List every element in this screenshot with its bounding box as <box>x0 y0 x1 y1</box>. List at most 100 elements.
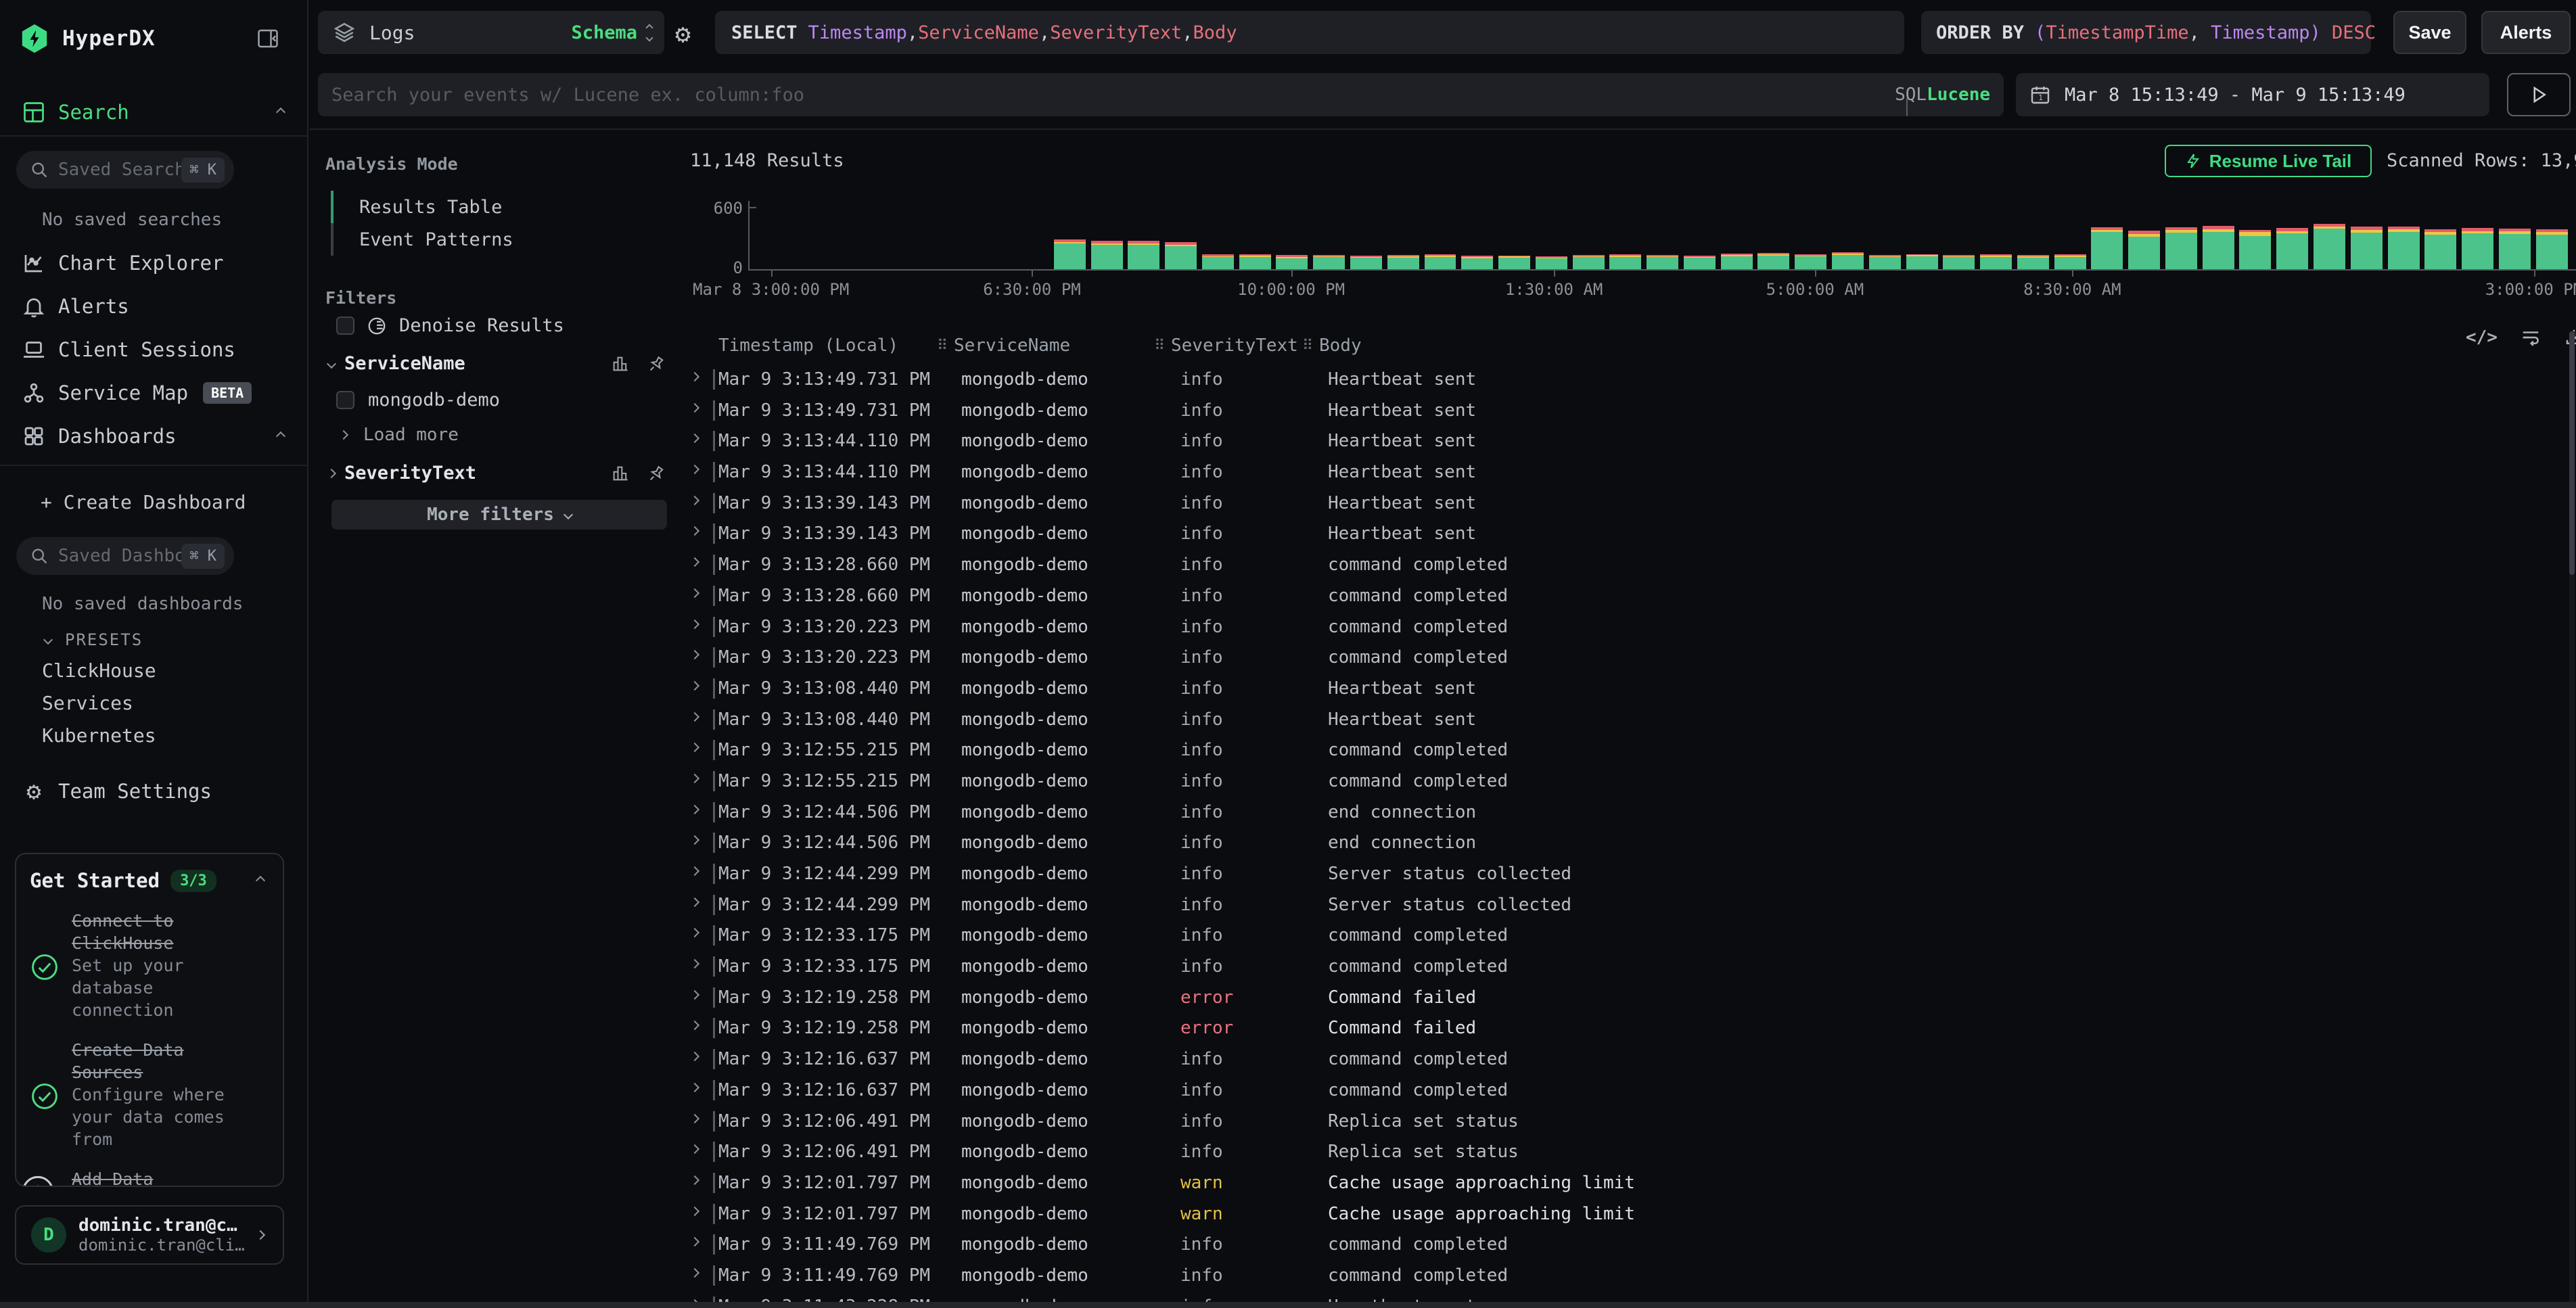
denoise-checkbox[interactable] <box>336 317 354 335</box>
col-header-servicename[interactable]: ServiceName <box>954 335 1070 356</box>
drag-handle-icon[interactable]: ⠿ <box>1154 337 1165 354</box>
row-expand-icon[interactable] <box>690 866 699 876</box>
row-expand-icon[interactable] <box>690 496 699 505</box>
preset-clickhouse[interactable]: ClickHouse <box>42 659 156 682</box>
table-row[interactable]: Mar 9 3:13:49.731 PMmongodb-demoinfoHear… <box>683 395 2571 426</box>
histogram-bar[interactable] <box>1906 254 1938 269</box>
horizontal-scrollbar[interactable] <box>0 1302 2576 1308</box>
histogram-bar[interactable] <box>1609 254 1641 269</box>
table-row[interactable]: Mar 9 3:13:20.223 PMmongodb-demoinfocomm… <box>683 642 2571 673</box>
table-row[interactable]: Mar 9 3:12:44.299 PMmongodb-demoinfoServ… <box>683 858 2571 889</box>
row-expand-icon[interactable] <box>690 990 699 1000</box>
histogram-bar[interactable] <box>1684 256 1716 269</box>
table-row[interactable]: Mar 9 3:11:49.769 PMmongodb-demoinfocomm… <box>683 1229 2571 1260</box>
row-expand-icon[interactable] <box>690 1021 699 1030</box>
pin-icon[interactable] <box>647 354 666 373</box>
user-chip[interactable]: D dominic.tran@c… dominic.tran@cli… <box>15 1205 284 1265</box>
table-row[interactable]: Mar 9 3:12:44.506 PMmongodb-demoinfoend … <box>683 827 2571 858</box>
histogram-bar[interactable] <box>1054 239 1086 269</box>
sidebar-item-team-settings[interactable]: ⚙ Team Settings <box>0 770 308 813</box>
row-expand-icon[interactable] <box>690 1237 699 1246</box>
sidebar-item-client-sessions[interactable]: Client Sessions <box>0 328 308 371</box>
col-header-timestamp[interactable]: Timestamp (Local) <box>718 335 898 356</box>
code-view-icon[interactable]: </> <box>2466 327 2498 348</box>
row-expand-icon[interactable] <box>690 1144 699 1154</box>
histogram-bar[interactable] <box>1313 255 1345 269</box>
table-row[interactable]: Mar 9 3:12:44.506 PMmongodb-demoinfoend … <box>683 797 2571 828</box>
saved-searches-input[interactable] <box>58 160 181 180</box>
table-row[interactable]: Mar 9 3:13:49.731 PMmongodb-demoinfoHear… <box>683 364 2571 395</box>
histogram-bar[interactable] <box>2054 254 2086 269</box>
row-expand-icon[interactable] <box>690 1113 699 1123</box>
event-search-bar[interactable]: SQL|Lucene <box>318 73 2004 116</box>
sidebar-item-service-map[interactable]: Service MapBETA <box>0 371 308 415</box>
filter-value-checkbox[interactable] <box>336 391 354 409</box>
saved-dashboards-search[interactable]: ⌘ K <box>16 537 234 575</box>
row-expand-icon[interactable] <box>690 897 699 907</box>
histogram-bar[interactable] <box>2424 229 2456 269</box>
sidebar-item-dashboards[interactable]: Dashboards <box>0 415 308 458</box>
collapse-sidebar-icon[interactable] <box>256 26 280 51</box>
histogram-bar[interactable] <box>1128 241 1159 269</box>
drag-handle-icon[interactable]: ⠿ <box>1302 337 1313 354</box>
histogram-bar[interactable] <box>1536 256 1567 269</box>
sidebar-item-chart-explorer[interactable]: Chart Explorer <box>0 241 308 285</box>
histogram-bar[interactable] <box>1757 253 1789 269</box>
save-button[interactable]: Save <box>2393 11 2466 54</box>
table-row[interactable]: Mar 9 3:13:28.660 PMmongodb-demoinfocomm… <box>683 549 2571 580</box>
events-histogram[interactable] <box>751 208 2576 269</box>
get-started-item[interactable]: ?Add DataStart sending <box>30 1168 269 1187</box>
table-row[interactable]: Mar 9 3:12:01.797 PMmongodb-demowarnCach… <box>683 1198 2571 1230</box>
histogram-bar[interactable] <box>2351 227 2383 269</box>
histogram-bar[interactable] <box>1202 254 1234 269</box>
histogram-bar[interactable] <box>1943 255 1975 269</box>
table-row[interactable]: Mar 9 3:12:16.637 PMmongodb-demoinfocomm… <box>683 1044 2571 1075</box>
row-expand-icon[interactable] <box>690 434 699 443</box>
row-expand-icon[interactable] <box>690 774 699 783</box>
row-expand-icon[interactable] <box>690 711 699 721</box>
chart-toggle-icon[interactable] <box>611 354 630 373</box>
row-expand-icon[interactable] <box>690 526 699 536</box>
row-expand-icon[interactable] <box>690 959 699 968</box>
histogram-bar[interactable] <box>2165 227 2197 269</box>
histogram-bar[interactable] <box>1980 254 2012 269</box>
table-row[interactable]: Mar 9 3:12:06.491 PMmongodb-demoinfoRepl… <box>683 1136 2571 1167</box>
row-expand-icon[interactable] <box>690 805 699 814</box>
table-row[interactable]: Mar 9 3:12:33.175 PMmongodb-demoinfocomm… <box>683 920 2571 951</box>
create-dashboard-button[interactable]: + Create Dashboard <box>41 491 246 513</box>
col-header-body[interactable]: Body <box>1319 335 1362 356</box>
analysis-mode-event-patterns[interactable]: Event Patterns <box>331 223 615 256</box>
table-row[interactable]: Mar 9 3:12:33.175 PMmongodb-demoinfocomm… <box>683 951 2571 982</box>
row-expand-icon[interactable] <box>690 681 699 691</box>
histogram-bar[interactable] <box>1350 256 1382 269</box>
get-started-item[interactable]: Create Data SourcesConfigure where your … <box>30 1039 269 1150</box>
row-expand-icon[interactable] <box>690 743 699 752</box>
histogram-bar[interactable] <box>2239 230 2271 269</box>
event-search-input[interactable] <box>331 85 1884 106</box>
histogram-bar[interactable] <box>1387 255 1419 269</box>
load-more-button[interactable]: Load more <box>340 425 459 445</box>
get-started-item[interactable]: Connect to ClickHouseSet up your databas… <box>30 910 269 1021</box>
row-expand-icon[interactable] <box>690 928 699 937</box>
row-expand-icon[interactable] <box>690 588 699 598</box>
histogram-bar[interactable] <box>1832 252 1864 269</box>
lucene-option[interactable]: Lucene <box>1927 85 1990 105</box>
preset-services[interactable]: Services <box>42 692 133 714</box>
source-select[interactable]: Logs Schema <box>318 11 664 54</box>
row-expand-icon[interactable] <box>690 650 699 659</box>
histogram-bar[interactable] <box>1425 254 1456 269</box>
histogram-bar[interactable] <box>2388 227 2420 269</box>
chevron-up-icon[interactable] <box>276 108 285 117</box>
table-row[interactable]: Mar 9 3:12:55.215 PMmongodb-demoinfocomm… <box>683 734 2571 766</box>
pin-icon[interactable] <box>647 464 666 483</box>
filter-value-row[interactable]: mongodb-demo <box>336 390 500 411</box>
row-expand-icon[interactable] <box>690 619 699 628</box>
histogram-bar[interactable] <box>1461 256 1493 269</box>
row-expand-icon[interactable] <box>690 1175 699 1185</box>
histogram-bar[interactable] <box>1647 255 1678 269</box>
resume-live-tail-button[interactable]: Resume Live Tail <box>2165 145 2372 177</box>
row-expand-icon[interactable] <box>690 1052 699 1061</box>
histogram-bar[interactable] <box>1721 254 1753 269</box>
query-language-toggle[interactable]: SQL|Lucene <box>1895 85 1990 105</box>
histogram-bar[interactable] <box>1091 241 1123 269</box>
